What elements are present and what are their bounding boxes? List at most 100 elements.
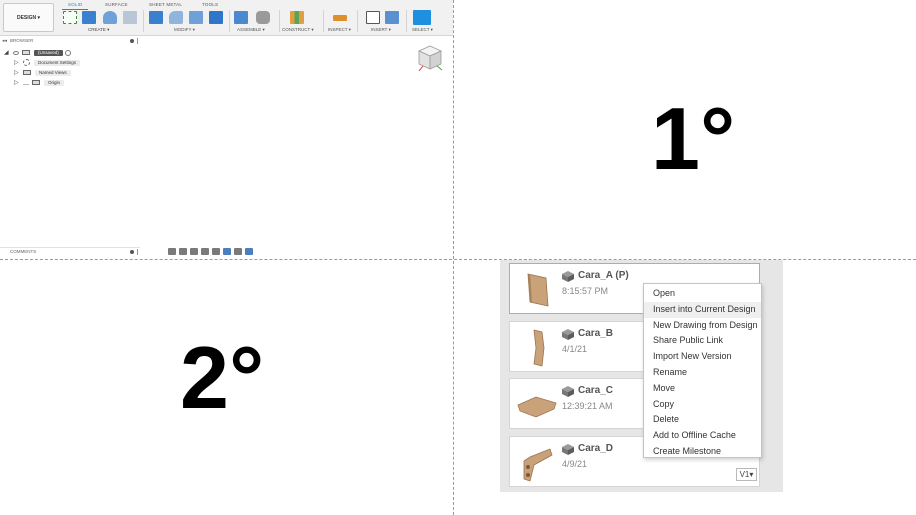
tab-surface[interactable]: SURFACE: [105, 2, 128, 7]
pin-icon[interactable]: [130, 39, 134, 43]
menu-item-new-drawing[interactable]: New Drawing from Design: [644, 318, 761, 334]
design-thumbnail[interactable]: [516, 383, 558, 427]
add-comment-icon[interactable]: [130, 250, 134, 254]
insert-canvas-icon[interactable]: [385, 11, 399, 24]
zoom-icon[interactable]: [201, 247, 209, 255]
design-thumbnail[interactable]: [516, 441, 558, 485]
browser-node-label: Named Views: [35, 69, 71, 76]
orbit-icon[interactable]: [168, 247, 176, 255]
chamfer-icon[interactable]: [189, 11, 203, 24]
menu-item-share-public-link[interactable]: Share Public Link: [644, 333, 761, 349]
browser-node-document-settings[interactable]: ▷ Document Settings: [14, 58, 81, 67]
group-construct[interactable]: CONSTRUCT ▾: [282, 27, 314, 33]
viewports-icon[interactable]: [245, 247, 253, 255]
look-at-icon[interactable]: [179, 247, 187, 255]
workspace-switcher[interactable]: DESIGN ▾: [3, 3, 54, 32]
version-dropdown[interactable]: V1▾: [736, 468, 757, 481]
browser-node-label: (Unsaved): [34, 49, 63, 56]
group-select[interactable]: SELECT ▾: [412, 27, 433, 33]
menu-item-move[interactable]: Move: [644, 381, 761, 397]
activate-radio-icon[interactable]: [64, 49, 71, 56]
browser-node-label: Origin: [44, 79, 65, 86]
pan-icon[interactable]: [190, 247, 198, 255]
navigation-toolbar: [168, 246, 281, 256]
file-date: 4/1/21: [562, 344, 588, 354]
tab-tools[interactable]: TOOLS: [202, 2, 218, 7]
collapse-arrow-icon[interactable]: ◂◂: [2, 37, 7, 45]
expand-triangle-icon[interactable]: ▷: [14, 60, 20, 66]
new-component-icon[interactable]: [234, 11, 248, 24]
expand-triangle-icon[interactable]: ▷: [14, 70, 20, 76]
visibility-eye-icon[interactable]: [13, 50, 19, 55]
expand-triangle-icon[interactable]: ◢: [4, 50, 10, 56]
select-arrow-icon[interactable]: [413, 10, 431, 25]
browser-node-origin[interactable]: ▷ Origin: [14, 78, 65, 87]
folder-icon: [23, 70, 31, 75]
menu-item-open[interactable]: Open: [644, 286, 761, 302]
comments-panel-header[interactable]: COMMENTS: [0, 247, 140, 255]
fillet-icon[interactable]: [169, 11, 183, 24]
toolbar-divider: [323, 10, 324, 32]
revolve-icon[interactable]: [103, 11, 117, 24]
file-name: Cara_A (P): [578, 270, 629, 281]
insert-derive-icon[interactable]: [366, 11, 380, 24]
group-insert[interactable]: INSERT ▾: [371, 27, 391, 33]
offset-plane-icon[interactable]: [290, 11, 304, 24]
joint-icon[interactable]: [256, 11, 270, 24]
step-label-2: 2°: [180, 328, 265, 427]
group-assemble[interactable]: ASSEMBLE ▾: [237, 27, 265, 33]
browser-root-node[interactable]: ◢ (Unsaved): [4, 48, 71, 57]
file-date: 12:39:21 AM: [562, 401, 613, 411]
panel-grip-icon[interactable]: [137, 38, 138, 44]
design-cube-icon: [562, 271, 574, 282]
folder-icon: [32, 80, 40, 85]
component-icon: [22, 50, 30, 55]
zoom-window-icon[interactable]: [212, 247, 220, 255]
create-sketch-icon[interactable]: [63, 11, 77, 24]
file-context-menu: Open Insert into Current Design New Draw…: [643, 283, 762, 458]
file-date: 4/9/21: [562, 459, 588, 469]
toolbar-divider: [279, 10, 280, 32]
viewcube-icon[interactable]: [417, 44, 443, 72]
measure-icon[interactable]: [333, 15, 347, 21]
visibility-eye-icon[interactable]: [23, 81, 29, 85]
press-pull-icon[interactable]: [149, 11, 163, 24]
panel-grip-icon[interactable]: [137, 249, 138, 255]
design-thumbnail[interactable]: [516, 326, 558, 370]
toolbar-divider: [357, 10, 358, 32]
design-cube-icon: [562, 444, 574, 455]
browser-panel-header[interactable]: ◂◂ BROWSER: [0, 37, 140, 45]
menu-item-insert-into-current-design[interactable]: Insert into Current Design: [644, 301, 761, 318]
menu-item-create-milestone[interactable]: Create Milestone: [644, 444, 761, 460]
toolbar-divider: [143, 10, 144, 32]
menu-item-import-new-version[interactable]: Import New Version: [644, 349, 761, 365]
grid-settings-icon[interactable]: [234, 247, 242, 255]
browser-node-named-views[interactable]: ▷ Named Views: [14, 68, 71, 77]
menu-item-delete[interactable]: Delete: [644, 412, 761, 428]
active-tab-indicator: [62, 9, 88, 10]
design-cube-icon: [562, 329, 574, 340]
combine-icon[interactable]: [209, 11, 223, 24]
file-name: Cara_B: [578, 328, 614, 339]
menu-item-rename[interactable]: Rename: [644, 365, 761, 381]
tab-sheet-metal[interactable]: SHEET METAL: [149, 2, 182, 7]
menu-item-copy[interactable]: Copy: [644, 397, 761, 413]
fusion-window: DESIGN ▾ SOLID SURFACE SHEET METAL TOOLS…: [0, 0, 453, 259]
extrude-icon[interactable]: [82, 11, 96, 24]
screenshot-root: DESIGN ▾ SOLID SURFACE SHEET METAL TOOLS…: [0, 0, 916, 515]
hole-icon[interactable]: [123, 11, 137, 24]
design-thumbnail[interactable]: [516, 268, 558, 312]
tab-solid[interactable]: SOLID: [68, 2, 83, 7]
design-cube-icon: [562, 386, 574, 397]
quadrant-divider-vertical: [453, 0, 454, 515]
group-create[interactable]: CREATE ▾: [88, 27, 109, 33]
group-inspect[interactable]: INSPECT ▾: [328, 27, 351, 33]
toolbar-divider: [229, 10, 230, 32]
group-modify[interactable]: MODIFY ▾: [174, 27, 195, 33]
toolbar-divider: [406, 10, 407, 32]
browser-title: BROWSER: [10, 38, 34, 43]
display-settings-icon[interactable]: [223, 247, 231, 255]
file-name: Cara_D: [578, 443, 614, 454]
expand-triangle-icon[interactable]: ▷: [14, 80, 20, 86]
menu-item-add-to-offline-cache[interactable]: Add to Offline Cache: [644, 428, 761, 444]
